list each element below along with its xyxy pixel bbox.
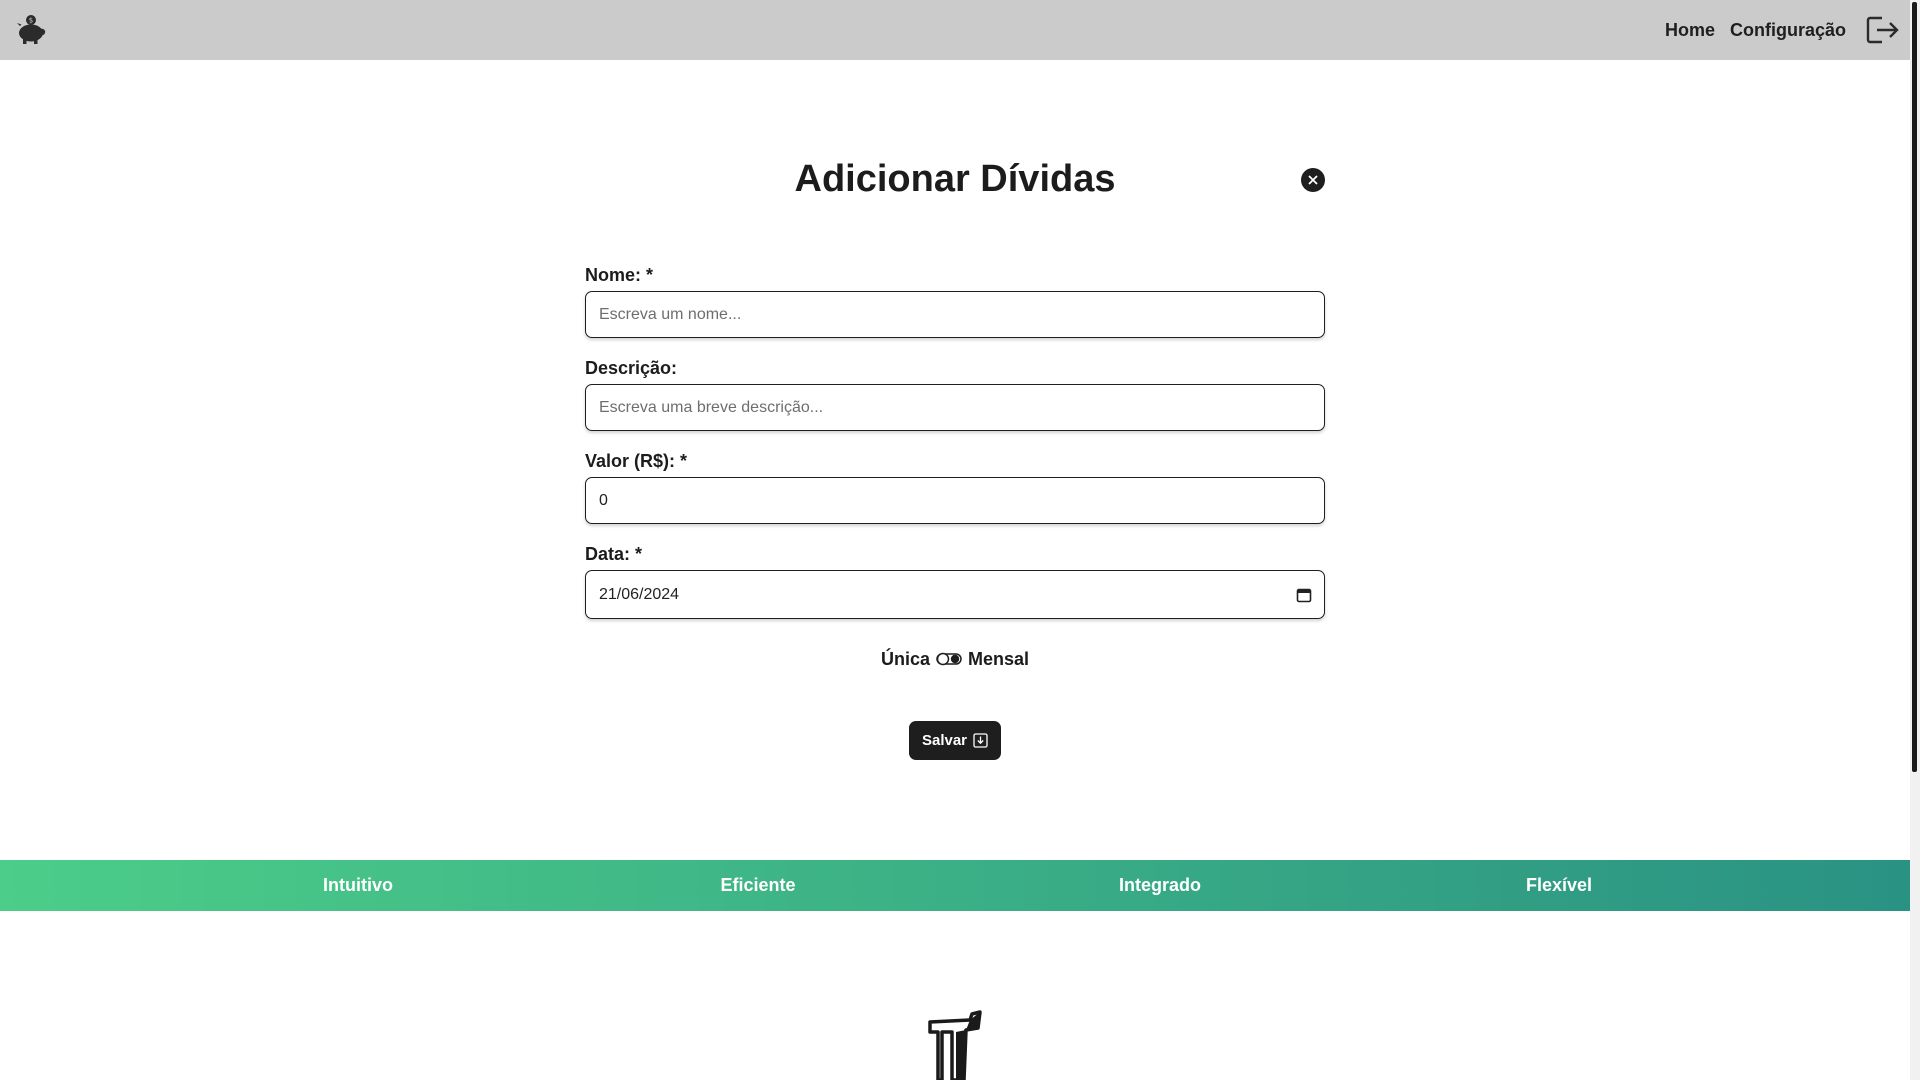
descricao-label: Descrição: xyxy=(585,358,678,378)
features-band: Intuitivo Eficiente Integrado Flexível xyxy=(0,860,1910,911)
scrollbar-thumb[interactable] xyxy=(1912,2,1917,772)
save-button-label: Salvar xyxy=(921,732,968,749)
recurrence-mensal-label: Mensal xyxy=(968,648,1030,669)
feature-flexivel: Flexível xyxy=(1525,875,1593,895)
close-circle-icon xyxy=(1308,175,1318,185)
valor-input[interactable] xyxy=(585,477,1325,524)
brand-logo-icon xyxy=(928,1010,982,1080)
nome-label: Nome: * xyxy=(585,265,654,285)
nome-input[interactable] xyxy=(585,291,1325,338)
svg-text:$: $ xyxy=(29,17,33,25)
feature-intuitivo: Intuitivo xyxy=(323,875,393,895)
feature-integrado: Integrado xyxy=(1118,875,1202,895)
recurrence-toggle[interactable] xyxy=(936,652,962,666)
page-scrollbar[interactable] xyxy=(1910,0,1920,1080)
top-navbar: $ Home Configuração xyxy=(0,0,1910,60)
page-title: Adicionar Dívidas xyxy=(794,158,1116,200)
recurrence-toggle-row: Única Mensal xyxy=(585,647,1325,671)
nav-links: Home Configuração xyxy=(1665,0,1846,60)
data-input[interactable]: 21/06/2024 xyxy=(585,570,1325,619)
data-label: Data: * xyxy=(585,544,643,564)
calendar-icon[interactable] xyxy=(1296,587,1312,603)
descricao-input[interactable] xyxy=(585,384,1325,431)
close-button[interactable] xyxy=(1301,168,1325,192)
logout-icon[interactable] xyxy=(1866,15,1900,45)
valor-label: Valor (R$): * xyxy=(585,451,688,471)
nav-home-link[interactable]: Home xyxy=(1665,20,1715,41)
nav-config-link[interactable]: Configuração xyxy=(1730,20,1846,41)
feature-eficiente: Eficiente xyxy=(720,875,796,895)
data-value: 21/06/2024 xyxy=(599,585,680,603)
save-icon xyxy=(973,733,988,748)
piggy-bank-icon[interactable]: $ xyxy=(14,12,48,46)
save-button[interactable]: Salvar xyxy=(909,721,1001,760)
recurrence-unica-label: Única xyxy=(880,648,930,669)
